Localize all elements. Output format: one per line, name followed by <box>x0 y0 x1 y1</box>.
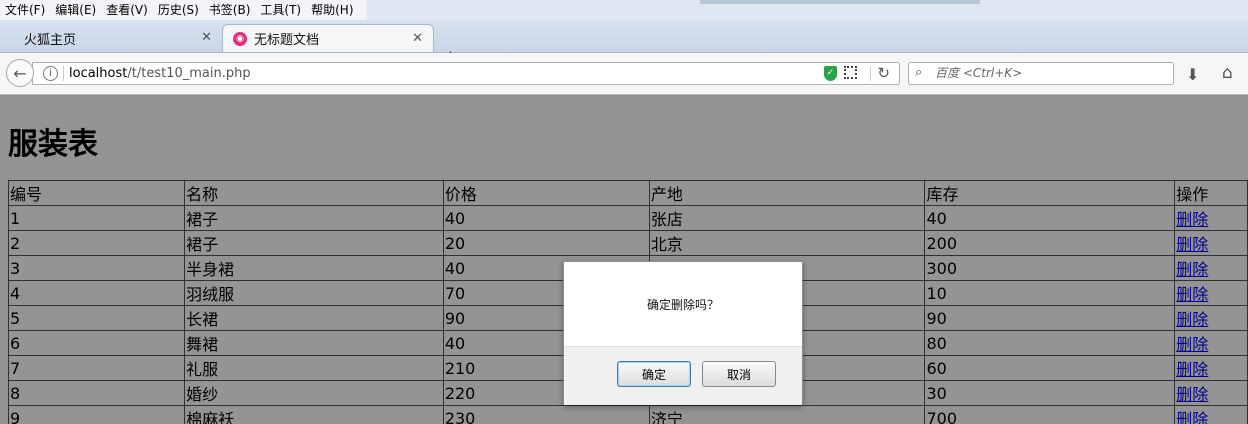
titlebar-accent <box>700 0 980 4</box>
tab-untitled-document[interactable]: ◉ 无标题文档 ✕ <box>222 24 434 52</box>
back-arrow-icon[interactable]: ← <box>6 59 34 87</box>
dialog-message: 确定删除吗？ <box>646 298 719 312</box>
navigation-bar: i localhost/t/test10_main.php ✓ ↻ ← ⌕ ⬇ … <box>0 53 1248 95</box>
menu-item[interactable]: 工具(T) <box>255 0 306 20</box>
tab-label: 火狐主页 <box>24 32 77 48</box>
menu-item[interactable]: 查看(V) <box>101 0 153 20</box>
shield-icon[interactable]: ✓ <box>824 66 837 81</box>
home-icon[interactable]: ⌂ <box>1222 63 1233 83</box>
menu-item[interactable]: 文件(F) <box>0 0 50 20</box>
confirm-dialog: 确定删除吗？ 确定 取消 <box>563 261 803 405</box>
tab-label: 无标题文档 <box>254 33 320 48</box>
url-text[interactable]: localhost/t/test10_main.php <box>69 66 251 81</box>
search-icon: ⌕ <box>915 65 923 80</box>
info-icon[interactable]: i <box>43 66 58 81</box>
dialog-footer: 确定 取消 <box>564 346 802 405</box>
menu-item[interactable]: 历史(S) <box>153 0 204 20</box>
url-path: /t/test10_main.php <box>127 66 251 81</box>
reload-icon[interactable]: ↻ <box>877 64 890 82</box>
divider <box>63 66 64 81</box>
tab-firefox-home[interactable]: 火狐主页 ✕ <box>0 24 222 52</box>
url-host: localhost <box>69 66 128 81</box>
page-favicon-icon: ◉ <box>233 31 247 46</box>
search-bar[interactable]: ⌕ <box>908 62 1174 85</box>
menu-item[interactable]: 帮助(H) <box>306 0 358 20</box>
close-icon[interactable]: ✕ <box>412 31 423 46</box>
qr-code-icon[interactable] <box>844 66 857 79</box>
search-input[interactable] <box>933 65 1167 81</box>
menu-list: 文件(F) 编辑(E) 查看(V) 历史(S) 书签(B) 工具(T) 帮助(H) <box>0 0 367 20</box>
close-icon[interactable]: ✕ <box>201 30 212 45</box>
menu-item[interactable]: 书签(B) <box>204 0 256 20</box>
menu-item[interactable]: 编辑(E) <box>50 0 101 20</box>
url-bar[interactable]: i localhost/t/test10_main.php ✓ ↻ <box>32 62 900 85</box>
tab-bar: 火狐主页 ✕ ◉ 无标题文档 ✕ + <box>0 20 1248 68</box>
cancel-button[interactable]: 取消 <box>702 361 776 387</box>
download-icon[interactable]: ⬇ <box>1186 65 1199 84</box>
ok-button[interactable]: 确定 <box>617 361 691 387</box>
divider <box>870 66 871 81</box>
menu-bar: 文件(F) 编辑(E) 查看(V) 历史(S) 书签(B) 工具(T) 帮助(H) <box>0 0 1248 20</box>
